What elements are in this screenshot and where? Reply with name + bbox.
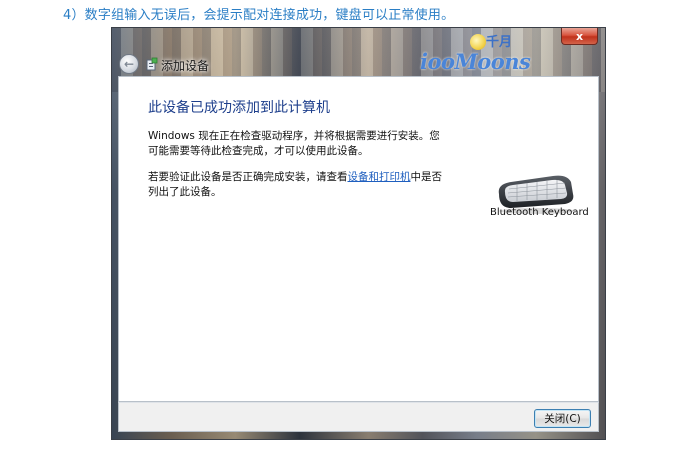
device-wizard-icon bbox=[146, 57, 158, 71]
window-close-button[interactable]: x bbox=[561, 28, 598, 45]
back-button[interactable]: ← bbox=[119, 54, 139, 74]
content-panel: 此设备已成功添加到此计算机 Windows 现在正在检查驱动程序，并将根据需要进… bbox=[118, 76, 599, 402]
window-title: 添加设备 bbox=[161, 59, 210, 73]
dialog-footer: 关闭(C) bbox=[118, 402, 599, 432]
success-heading: 此设备已成功添加到此计算机 bbox=[148, 100, 330, 116]
instruction-caption: 4）数字组输入无误后，会提示配对连接成功，键盘可以正常使用。 bbox=[63, 8, 455, 23]
watermark-logo: 千月 iooMoons bbox=[420, 31, 540, 77]
back-arrow-icon: ← bbox=[123, 57, 135, 71]
verify-text: 若要验证此设备是否正确完成安装，请查看设备和打印机中是否列出了此设备。 bbox=[148, 170, 448, 200]
close-icon: x bbox=[575, 29, 584, 43]
device-name-label: Bluetooth Keyboard bbox=[490, 207, 589, 218]
add-device-window: 千月 iooMoons x ← 添加设备 此设备已成功添加到此计算机 Windo… bbox=[111, 27, 606, 440]
driver-check-text: Windows 现在正在检查驱动程序，并将根据需要进行安装。您可能需要等待此检查… bbox=[148, 130, 440, 157]
watermark-text: iooMoons bbox=[420, 49, 531, 74]
verify-text-before: 若要验证此设备是否正确完成安装，请查看 bbox=[148, 171, 348, 183]
close-button[interactable]: 关闭(C) bbox=[534, 409, 591, 428]
devices-printers-link[interactable]: 设备和打印机 bbox=[348, 171, 411, 183]
moon-icon bbox=[470, 34, 486, 50]
watermark-top-text: 千月 bbox=[486, 35, 513, 50]
